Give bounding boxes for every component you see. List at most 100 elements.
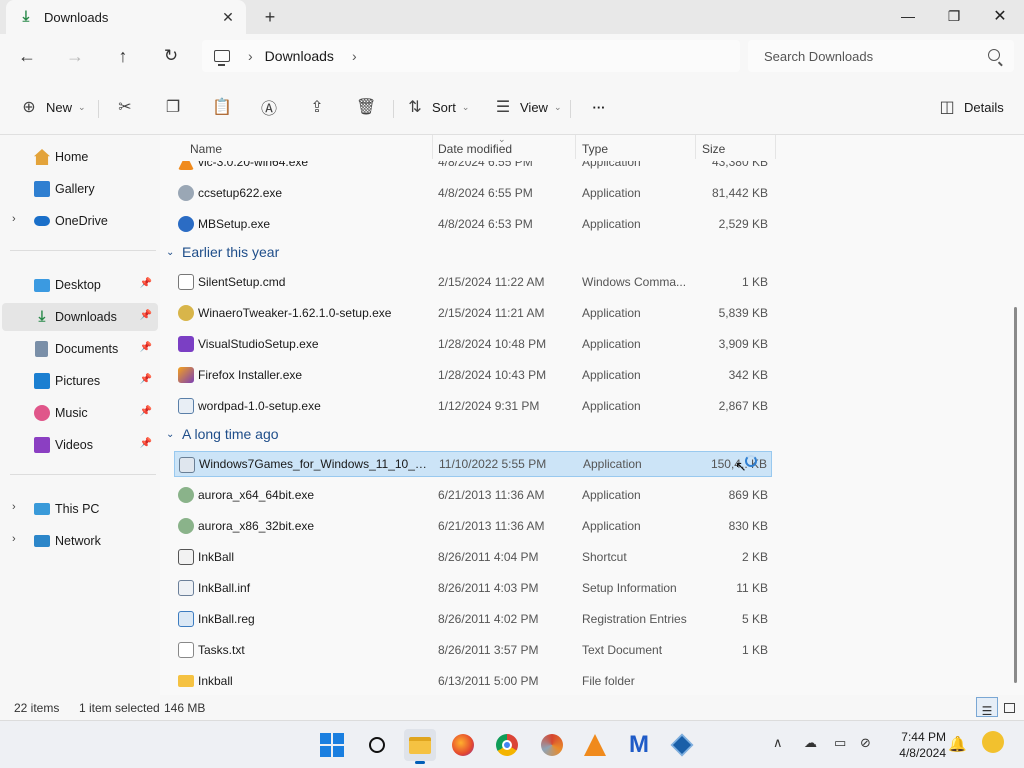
minimize-button[interactable]: — — [885, 0, 931, 32]
table-row[interactable]: InkBall.inf 8/26/2011 4:03 PM Setup Info… — [174, 575, 772, 601]
sidebar-item-music[interactable]: Music 📌 — [2, 399, 158, 427]
group-header-earlier[interactable]: ⌄ Earlier this year — [166, 241, 279, 263]
tab-downloads[interactable]: ⤓ Downloads ✕ — [6, 0, 246, 34]
sidebar-item-network[interactable]: › Network — [2, 527, 158, 555]
column-divider[interactable] — [575, 135, 576, 159]
chevron-right-icon[interactable]: › — [12, 501, 16, 513]
view-button[interactable]: ☰ View ⌄ — [494, 92, 562, 122]
rename-button[interactable]: Ⓐ — [254, 92, 284, 122]
file-explorer-taskbar-button[interactable] — [404, 729, 436, 764]
chevron-right-icon[interactable]: › — [248, 48, 253, 64]
paste-button[interactable]: 📋 — [206, 92, 236, 122]
column-header-size[interactable]: Size — [702, 137, 725, 161]
file-type: Application — [582, 217, 641, 231]
table-row[interactable]: VisualStudioSetup.exe 1/28/2024 10:48 PM… — [174, 331, 772, 357]
start-button[interactable] — [316, 729, 348, 761]
virtualbox-taskbar-button[interactable] — [666, 729, 698, 761]
details-view-toggle[interactable]: ☰ — [976, 697, 998, 718]
file-type: Application — [583, 457, 642, 471]
clock[interactable]: 7:44 PM 4/8/2024 — [876, 729, 946, 761]
group-header-longago[interactable]: ⌄ A long time ago — [166, 423, 279, 445]
bell-icon[interactable]: 🔔 — [948, 735, 967, 753]
table-row[interactable]: aurora_x86_32bit.exe 6/21/2013 11:36 AM … — [174, 513, 772, 539]
address-bar[interactable]: › Downloads › — [202, 40, 740, 72]
pin-icon[interactable]: 📌 — [140, 342, 152, 353]
ccleaner-taskbar-button[interactable] — [536, 729, 568, 761]
table-row[interactable]: MBSetup.exe 4/8/2024 6:53 PM Application… — [174, 211, 772, 237]
tiles-view-toggle[interactable] — [998, 697, 1020, 717]
table-row[interactable]: InkBall.reg 8/26/2011 4:02 PM Registrati… — [174, 606, 772, 632]
table-row[interactable]: Tasks.txt 8/26/2011 3:57 PM Text Documen… — [174, 637, 772, 663]
sidebar-item-downloads[interactable]: ⤓ Downloads 📌 — [2, 303, 158, 331]
column-header-type[interactable]: Type — [582, 137, 608, 161]
sidebar-item-pictures[interactable]: Pictures 📌 — [2, 367, 158, 395]
network-icon[interactable]: ⊘ — [860, 735, 871, 751]
table-row[interactable]: wordpad-1.0-setup.exe 1/12/2024 9:31 PM … — [174, 393, 772, 419]
table-row[interactable]: Inkball 6/13/2011 5:00 PM File folder — [174, 668, 772, 694]
chevron-right-icon[interactable]: › — [12, 533, 16, 545]
file-size: 869 KB — [728, 488, 768, 502]
refresh-button[interactable]: ↻ — [157, 42, 185, 70]
vertical-scrollbar[interactable] — [1014, 307, 1017, 683]
tab-close-icon[interactable]: ✕ — [220, 9, 236, 25]
pin-icon[interactable]: 📌 — [140, 374, 152, 385]
table-row[interactable]: SilentSetup.cmd 2/15/2024 11:22 AM Windo… — [174, 269, 772, 295]
more-options-button[interactable]: ··· — [584, 92, 614, 122]
column-divider[interactable] — [775, 135, 776, 159]
sidebar-item-videos[interactable]: Videos 📌 — [2, 431, 158, 459]
file-size: 5 KB — [741, 612, 768, 626]
chevron-right-icon[interactable]: › — [12, 213, 16, 225]
forward-button[interactable]: → — [61, 42, 89, 70]
vlc-taskbar-button[interactable] — [579, 729, 611, 761]
sidebar-item-onedrive[interactable]: › OneDrive — [2, 207, 158, 235]
new-button[interactable]: ⊕ New ⌄ — [20, 92, 85, 122]
delete-button[interactable]: 🗑 — [350, 92, 380, 122]
new-tab-button[interactable]: + — [260, 7, 280, 27]
monitor-icon[interactable]: ▭ — [834, 735, 846, 751]
table-row[interactable]: InkBall 8/26/2011 4:04 PM Shortcut 2 KB — [174, 544, 772, 570]
maximize-button[interactable]: ❐ — [931, 0, 977, 32]
sidebar-item-gallery[interactable]: Gallery — [2, 175, 158, 203]
malwarebytes-taskbar-button[interactable]: M — [623, 729, 655, 761]
up-button[interactable]: ↑ — [109, 42, 137, 70]
file-date: 6/13/2011 5:00 PM — [438, 674, 539, 688]
table-row[interactable]: aurora_x64_64bit.exe 6/21/2013 11:36 AM … — [174, 482, 772, 508]
table-row[interactable]: Firefox Installer.exe 1/28/2024 10:43 PM… — [174, 362, 772, 388]
firefox-taskbar-button[interactable] — [447, 729, 479, 761]
chevron-up-icon[interactable]: ∧ — [773, 735, 783, 751]
shortcut-icon — [178, 549, 194, 565]
share-button[interactable]: ⇪ — [302, 92, 332, 122]
cloud-offline-icon[interactable]: ☁ — [804, 735, 817, 751]
column-divider[interactable] — [432, 135, 433, 159]
breadcrumb-downloads[interactable]: Downloads — [265, 48, 334, 64]
chrome-taskbar-button[interactable] — [491, 729, 523, 761]
table-row[interactable]: ccsetup622.exe 4/8/2024 6:55 PM Applicat… — [174, 180, 772, 206]
sidebar-item-documents[interactable]: Documents 📌 — [2, 335, 158, 363]
column-header-date[interactable]: Date modified — [438, 137, 512, 161]
chevron-down-icon: ⌄ — [166, 428, 175, 440]
copy-button[interactable]: ❐ — [158, 92, 188, 122]
table-row[interactable]: WinaeroTweaker-1.62.1.0-setup.exe 2/15/2… — [174, 300, 772, 326]
pin-icon[interactable]: 📌 — [140, 406, 152, 417]
search-input[interactable] — [764, 48, 974, 64]
column-divider[interactable] — [695, 135, 696, 159]
copilot-icon[interactable] — [982, 731, 1004, 753]
sidebar-item-thispc[interactable]: › This PC — [2, 495, 158, 523]
search-taskbar-button[interactable] — [361, 729, 393, 761]
table-row-selected[interactable]: Windows7Games_for_Windows_11_10_8.... 11… — [174, 451, 772, 477]
back-button[interactable]: ← — [13, 42, 41, 70]
close-button[interactable]: ✕ — [977, 0, 1023, 32]
sort-button[interactable]: ⇅ Sort ⌄ — [406, 92, 469, 122]
sidebar-item-desktop[interactable]: Desktop 📌 — [2, 271, 158, 299]
chevron-right-icon[interactable]: › — [352, 48, 357, 64]
details-button[interactable]: ◫ Details — [938, 92, 1003, 122]
pin-icon[interactable]: 📌 — [140, 310, 152, 321]
pin-icon[interactable]: 📌 — [140, 278, 152, 289]
sidebar-item-home[interactable]: Home — [2, 143, 158, 171]
pin-icon[interactable]: 📌 — [140, 438, 152, 449]
cmd-file-icon — [178, 274, 194, 290]
file-size: 43,380 KB — [711, 155, 768, 169]
column-header-name[interactable]: Name — [190, 137, 222, 161]
search-box[interactable] — [748, 40, 1014, 72]
cut-button[interactable]: ✂ — [110, 92, 140, 122]
